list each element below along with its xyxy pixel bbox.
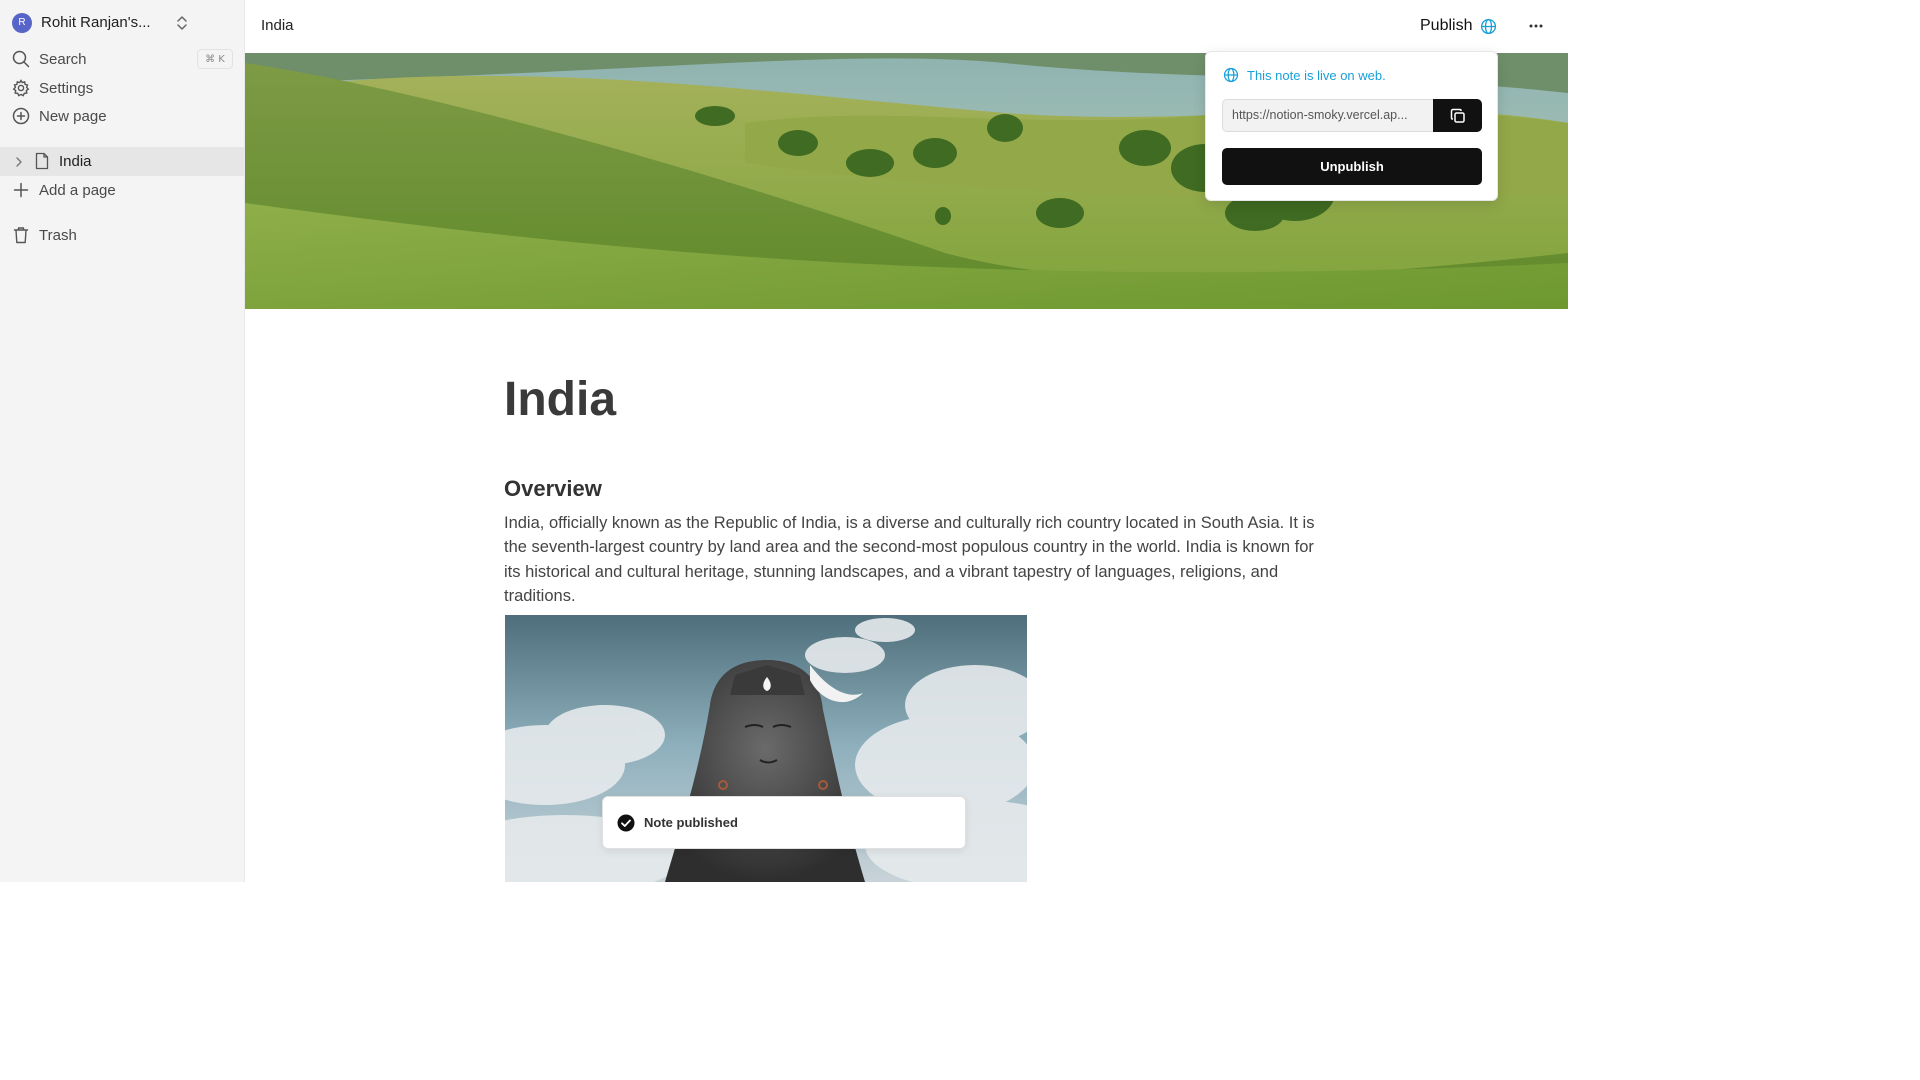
new-page-item[interactable]: New page [12,105,107,127]
check-circle-icon [617,814,635,831]
settings-label: Settings [39,79,94,97]
toast-notification: Note published [602,796,966,849]
section-heading[interactable]: Overview [504,476,602,502]
unpublish-button[interactable]: Unpublish [1222,148,1482,185]
paragraph[interactable]: India, officially known as the Republic … [504,511,1324,609]
sidebar-item-india[interactable]: India [0,147,244,176]
published-url-field[interactable]: https://notion-smoky.vercel.ap... [1222,99,1433,132]
globe-icon [1223,67,1239,83]
add-page-item[interactable]: Add a page [12,179,116,201]
trash-label: Trash [39,226,77,244]
avatar: R [12,12,32,33]
publish-button[interactable]: Publish [1420,17,1497,35]
more-options-icon[interactable] [1527,17,1545,35]
search-icon [12,50,30,68]
plus-circle-icon [12,107,30,125]
page-title[interactable]: India [504,372,616,427]
sidebar: R Rohit Ranjan's... Search ⌘ K Settings … [0,0,245,882]
gear-icon [12,79,30,97]
live-status-text: This note is live on web. [1247,67,1386,83]
search-item[interactable]: Search [12,48,87,70]
copy-url-button[interactable] [1433,99,1482,132]
search-shortcut: ⌘ K [197,49,233,69]
add-page-label: Add a page [39,181,116,199]
globe-icon [1481,18,1497,34]
trash-item[interactable]: Trash [12,224,77,246]
copy-icon [1450,108,1465,123]
toast-message: Note published [644,815,738,830]
chevron-right-icon[interactable] [14,156,24,168]
chevrons-up-down-icon [177,16,187,30]
search-label: Search [39,50,87,68]
breadcrumb[interactable]: India [261,17,294,34]
publish-label: Publish [1420,17,1473,34]
new-page-label: New page [39,107,107,125]
sidebar-item-label: India [59,153,92,170]
plus-icon [13,182,29,198]
page-icon [35,152,49,170]
publish-popover: This note is live on web. https://notion… [1205,51,1498,201]
trash-icon [13,227,29,244]
workspace-switcher[interactable]: R Rohit Ranjan's... [12,11,232,34]
top-bar: India Publish [245,0,1568,53]
workspace-name: Rohit Ranjan's... [41,14,151,31]
settings-item[interactable]: Settings [12,77,93,99]
live-status: This note is live on web. [1223,67,1386,83]
